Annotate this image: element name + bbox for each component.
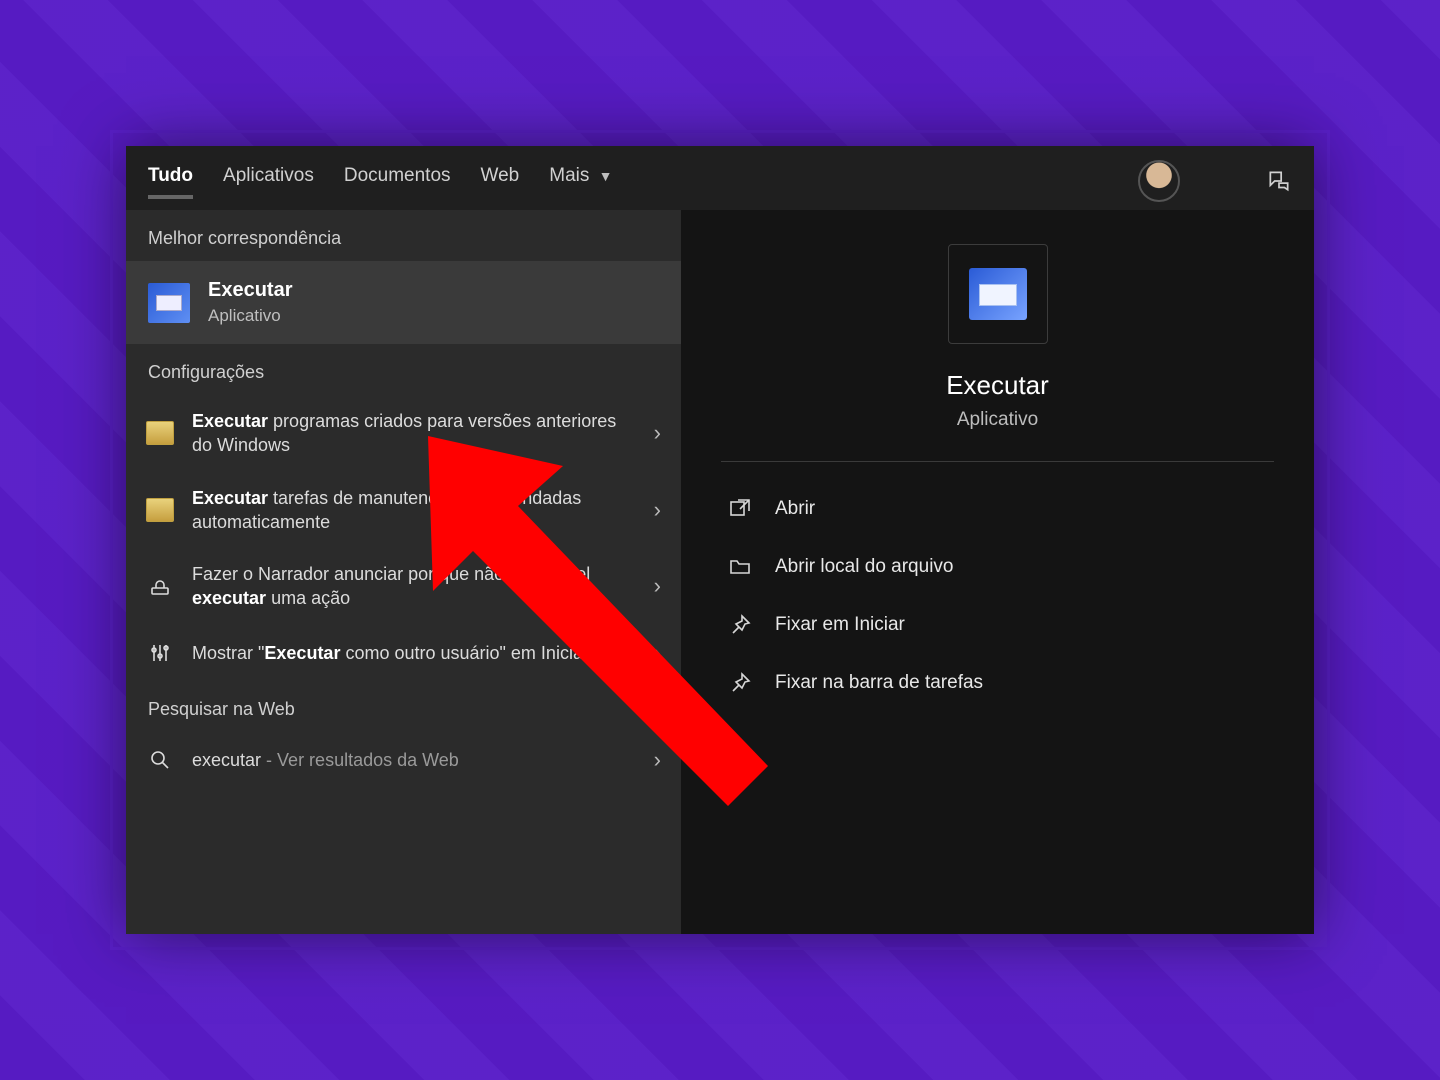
settings-item-text: Executar tarefas de manutenção recomenda… — [192, 486, 636, 535]
run-app-icon — [148, 283, 190, 323]
web-search-row[interactable]: executar - Ver resultados da Web › — [126, 732, 681, 788]
settings-item-runas[interactable]: Mostrar "Executar como outro usuário" em… — [126, 625, 681, 681]
settings-item-text: Fazer o Narrador anunciar por que não é … — [192, 562, 636, 611]
chevron-right-icon: › — [654, 747, 661, 773]
divider — [721, 461, 1274, 462]
preview-subtitle: Aplicativo — [957, 409, 1038, 431]
chevron-right-icon: › — [654, 573, 661, 599]
windows-search-panel: Tudo Aplicativos Documentos Web Mais ▼ M… — [126, 146, 1314, 934]
action-pin-taskbar[interactable]: Fixar na barra de tarefas — [721, 654, 1274, 712]
app-icon-box — [948, 244, 1048, 344]
settings-item-text: Mostrar "Executar como outro usuário" em… — [192, 641, 636, 665]
best-match-title: Executar — [208, 279, 293, 302]
section-web-search: Pesquisar na Web — [126, 681, 681, 732]
open-icon — [727, 496, 753, 522]
run-app-icon — [969, 268, 1027, 320]
best-match-subtitle: Aplicativo — [208, 306, 293, 326]
action-label: Abrir local do arquivo — [775, 556, 953, 578]
settings-icon — [146, 498, 174, 522]
section-best-match: Melhor correspondência — [126, 210, 681, 261]
preview-pane: Executar Aplicativo Abrir Abrir lo — [681, 210, 1314, 934]
user-avatar[interactable] — [1138, 160, 1180, 202]
pin-icon — [727, 612, 753, 638]
sliders-icon — [146, 639, 174, 667]
tab-web[interactable]: Web — [481, 165, 520, 197]
best-match-executar[interactable]: Executar Aplicativo — [126, 261, 681, 344]
chevron-right-icon: › — [654, 420, 661, 446]
results-list: Melhor correspondência Executar Aplicati… — [126, 210, 681, 934]
pin-icon — [727, 670, 753, 696]
folder-icon — [727, 554, 753, 580]
tab-all[interactable]: Tudo — [148, 165, 193, 197]
action-pin-start[interactable]: Fixar em Iniciar — [721, 596, 1274, 654]
action-label: Abrir — [775, 498, 815, 520]
action-label: Fixar em Iniciar — [775, 614, 905, 636]
preview-title: Executar — [946, 370, 1049, 401]
tab-more-label: Mais — [549, 165, 589, 186]
feedback-icon[interactable] — [1266, 168, 1292, 194]
chevron-down-icon: ▼ — [599, 168, 613, 184]
action-open-location[interactable]: Abrir local do arquivo — [721, 538, 1274, 596]
tab-documents[interactable]: Documentos — [344, 165, 451, 197]
settings-item-compat-troubleshooter[interactable]: Executar programas criados para versões … — [126, 395, 681, 472]
search-icon — [146, 746, 174, 774]
settings-icon — [146, 421, 174, 445]
section-settings: Configurações — [126, 344, 681, 395]
tab-more[interactable]: Mais ▼ — [549, 165, 612, 197]
settings-item-maintenance[interactable]: Executar tarefas de manutenção recomenda… — [126, 472, 681, 549]
chevron-right-icon: › — [654, 497, 661, 523]
settings-item-text: Executar programas criados para versões … — [192, 409, 636, 458]
settings-item-narrator[interactable]: Fazer o Narrador anunciar por que não é … — [126, 548, 681, 625]
action-open[interactable]: Abrir — [721, 480, 1274, 538]
narrator-icon — [146, 572, 174, 600]
tab-apps[interactable]: Aplicativos — [223, 165, 314, 197]
web-search-text: executar - Ver resultados da Web — [192, 748, 636, 772]
search-filter-tabs: Tudo Aplicativos Documentos Web Mais ▼ — [126, 146, 1314, 210]
chevron-right-icon: › — [654, 640, 661, 666]
action-label: Fixar na barra de tarefas — [775, 672, 983, 694]
